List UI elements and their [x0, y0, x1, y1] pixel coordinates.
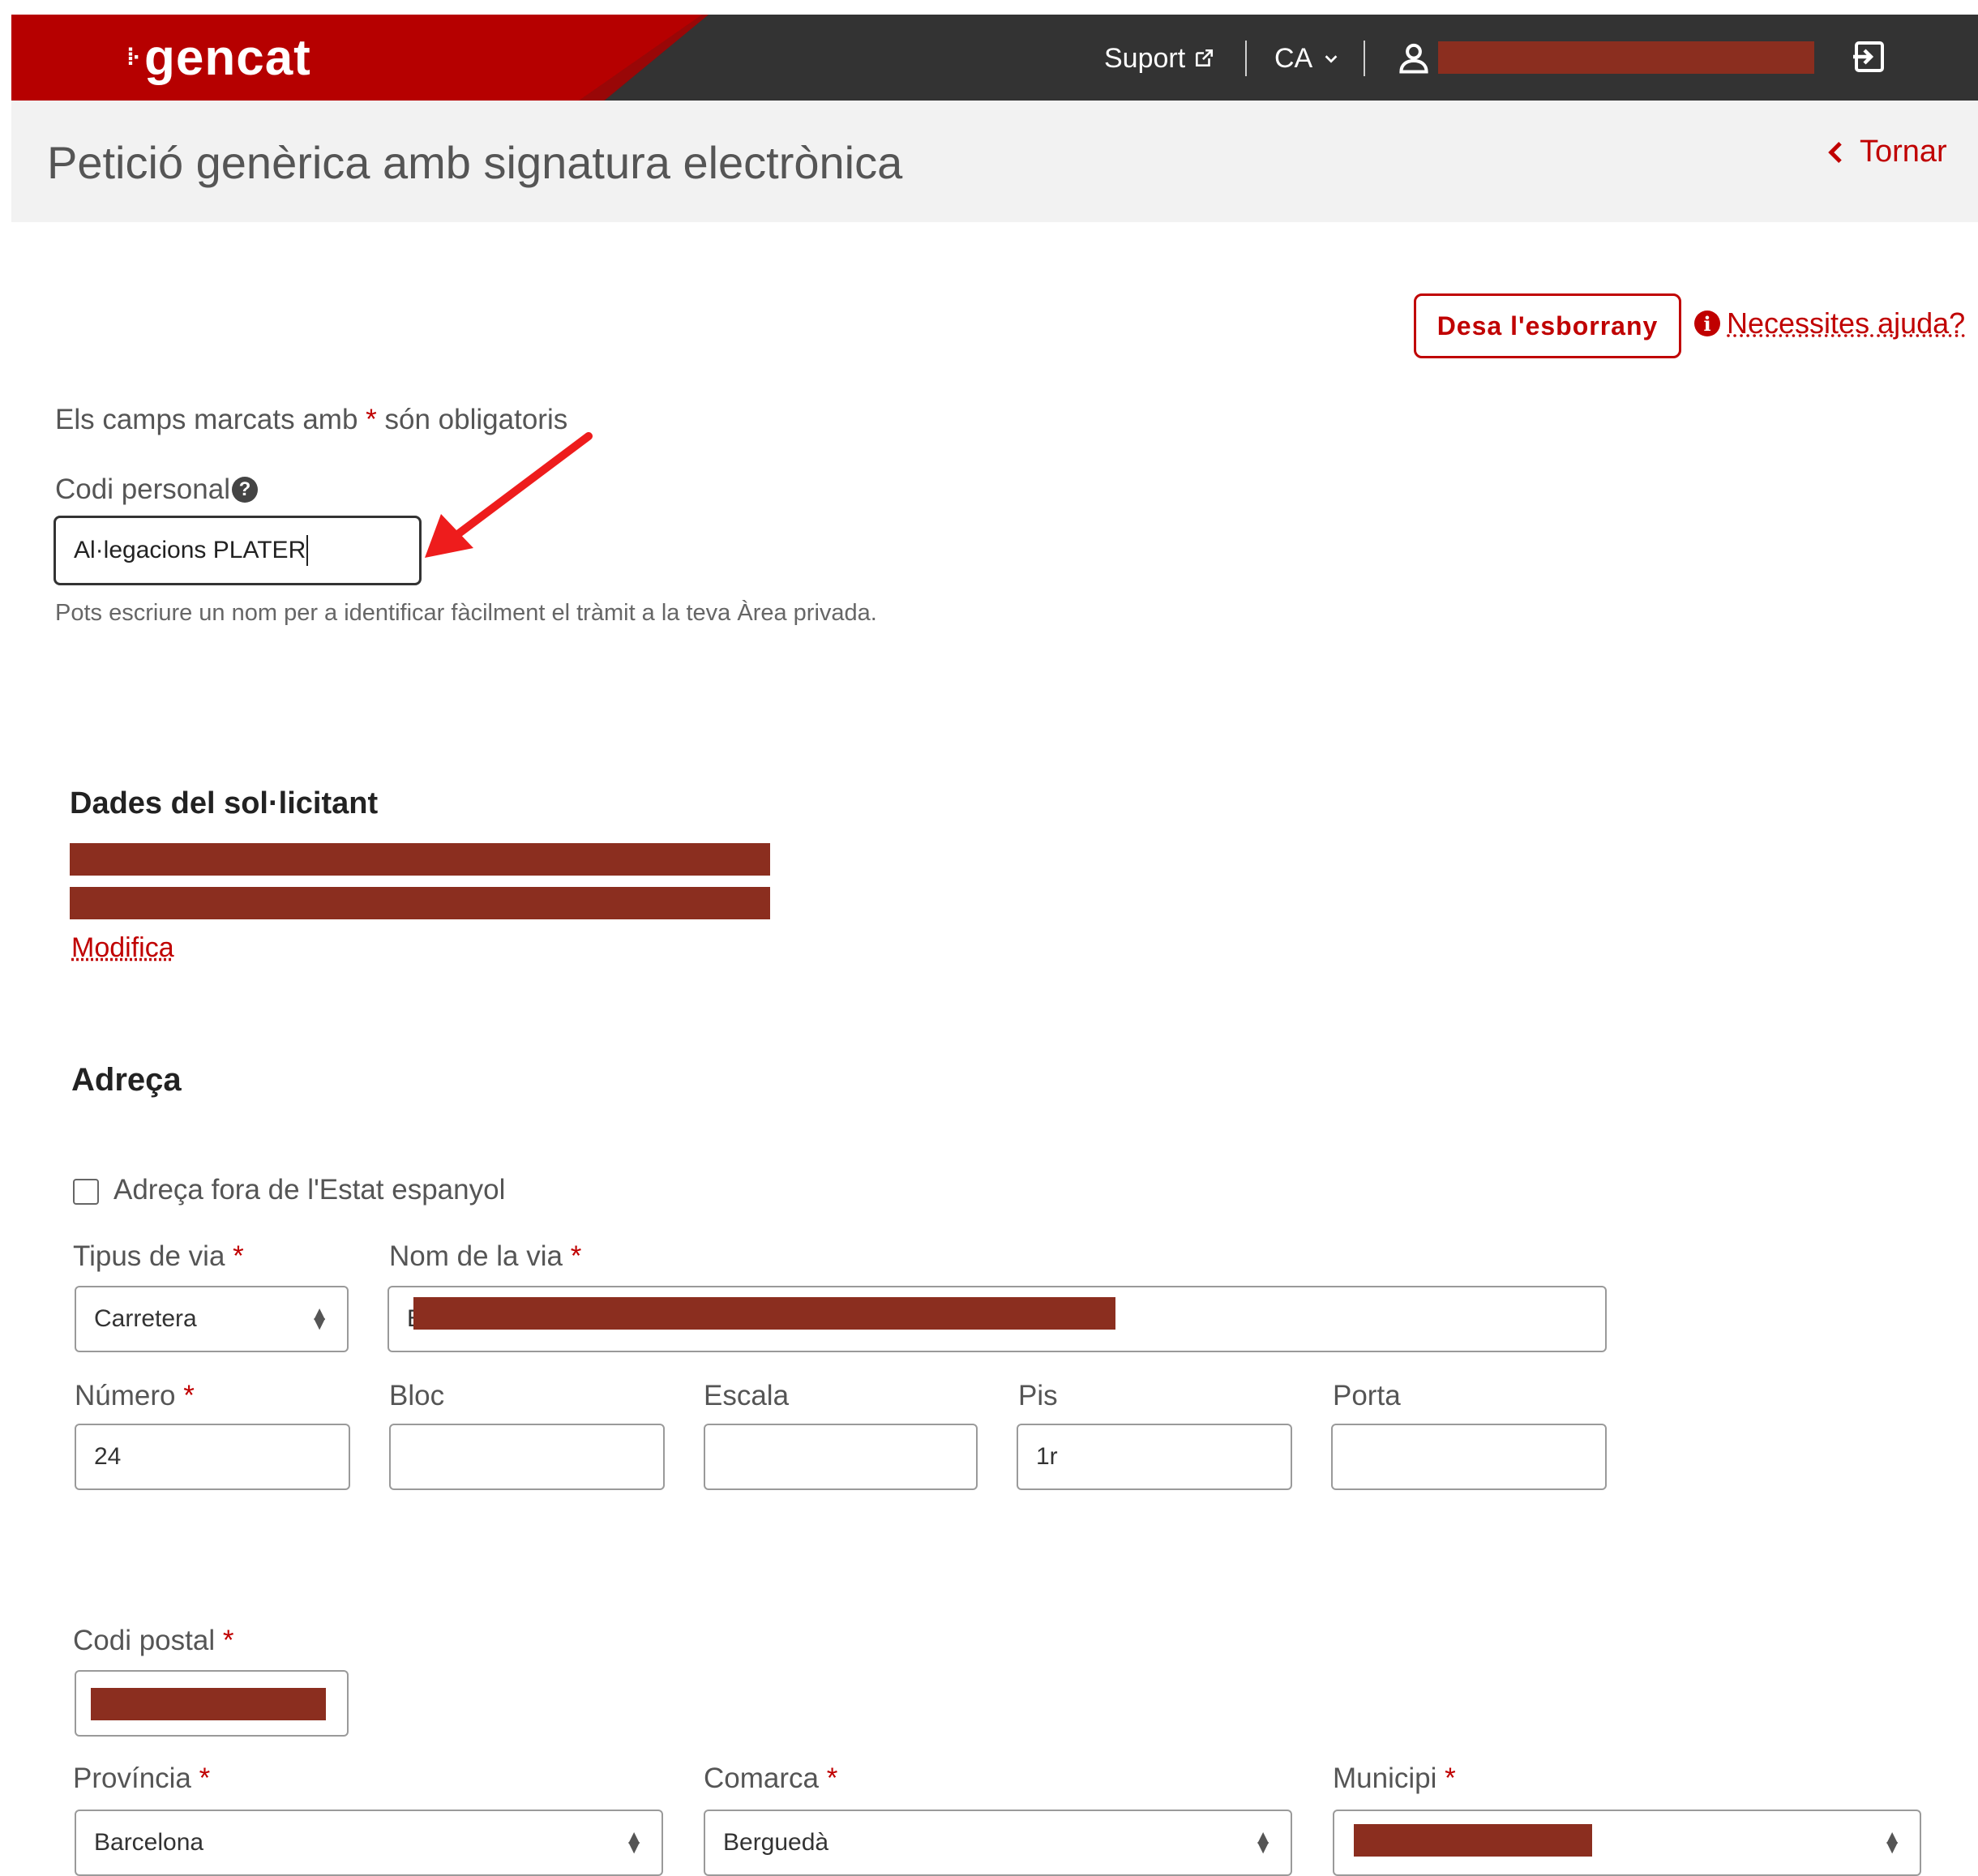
number-value: 24 — [94, 1443, 122, 1470]
province-label-text: Província — [73, 1762, 191, 1794]
street-type-select[interactable]: Carretera ▲ ▼ — [75, 1286, 349, 1352]
back-label: Tornar — [1860, 135, 1947, 169]
municipality-label: Municipi * — [1333, 1762, 1456, 1795]
stair-label: Escala — [704, 1380, 790, 1411]
door-label: Porta — [1333, 1380, 1401, 1411]
external-link-icon — [1196, 49, 1214, 66]
county-value: Berguedà — [723, 1829, 829, 1856]
required-star: * — [233, 1240, 244, 1272]
required-star: * — [570, 1240, 582, 1272]
postal-code-redaction — [91, 1688, 326, 1720]
municipality-redaction — [1354, 1824, 1592, 1857]
nav-separator — [1245, 41, 1247, 76]
modify-applicant-link[interactable]: Modifica — [71, 932, 174, 964]
language-selector[interactable]: CA — [1274, 36, 1340, 81]
back-link[interactable]: Tornar — [1824, 135, 1947, 169]
number-label: Número * — [75, 1380, 195, 1412]
chevron-left-icon — [1828, 141, 1842, 163]
help-label: Necessites ajuda? — [1727, 306, 1966, 340]
floor-input[interactable]: 1r — [1017, 1424, 1292, 1490]
stair-input[interactable] — [704, 1424, 978, 1490]
number-input[interactable]: 24 — [75, 1424, 350, 1490]
applicant-contact-redaction — [70, 887, 770, 919]
province-select[interactable]: Barcelona ▲ ▼ — [75, 1810, 663, 1876]
annotation-arrow — [425, 432, 593, 558]
personal-code-hint: Pots escriure un nom per a identificar f… — [55, 600, 877, 626]
page-title: Petició genèrica amb signatura electròni… — [47, 137, 903, 188]
user-name-redaction — [1438, 41, 1814, 74]
select-arrows-icon: ▲ ▼ — [1253, 1827, 1273, 1858]
street-type-label: Tipus de via * — [73, 1240, 244, 1273]
text-cursor — [306, 535, 309, 566]
postal-code-label: Codi postal * — [73, 1625, 233, 1657]
address-section-title: Adreça — [71, 1062, 182, 1098]
required-star: * — [222, 1625, 234, 1656]
personal-code-input[interactable]: Al·legacions PLATER — [54, 516, 422, 585]
province-label: Província * — [73, 1762, 210, 1795]
logo-dots-icon: ⁞· — [126, 44, 141, 71]
street-name-label: Nom de la via * — [389, 1240, 581, 1273]
gencat-logo[interactable]: ⁞· gencat — [126, 26, 311, 89]
applicant-data-redaction — [70, 843, 770, 876]
user-icon[interactable] — [1396, 41, 1432, 76]
required-star: * — [199, 1762, 211, 1794]
block-input[interactable] — [389, 1424, 665, 1490]
personal-code-value: Al·legacions PLATER — [74, 537, 306, 563]
support-link[interactable]: Suport — [1104, 36, 1214, 81]
number-label-text: Número — [75, 1380, 176, 1411]
info-icon: i — [1694, 311, 1720, 336]
logout-icon[interactable] — [1850, 37, 1889, 76]
street-name-label-text: Nom de la via — [389, 1240, 563, 1272]
door-input[interactable] — [1331, 1424, 1607, 1490]
required-star: * — [366, 404, 377, 435]
personal-code-label-text: Codi personal — [55, 473, 230, 505]
support-label: Suport — [1104, 42, 1186, 74]
county-label-text: Comarca — [704, 1762, 819, 1794]
required-note-prefix: Els camps marcats amb — [55, 404, 358, 435]
language-label: CA — [1274, 42, 1313, 74]
postal-code-label-text: Codi postal — [73, 1625, 216, 1656]
save-draft-button[interactable]: Desa l'esborrany — [1414, 293, 1681, 358]
province-value: Barcelona — [94, 1829, 204, 1856]
county-select[interactable]: Berguedà ▲ ▼ — [704, 1810, 1292, 1876]
select-arrows-icon: ▲ ▼ — [310, 1303, 329, 1334]
county-label: Comarca * — [704, 1762, 837, 1795]
floor-label: Pis — [1018, 1380, 1058, 1411]
top-bar: ⁞· gencat Suport CA — [11, 15, 1978, 101]
street-type-label-text: Tipus de via — [73, 1240, 225, 1272]
required-star: * — [183, 1380, 195, 1411]
floor-value: 1r — [1036, 1443, 1058, 1470]
help-link[interactable]: i Necessites ajuda? — [1694, 306, 1965, 341]
required-star: * — [1445, 1762, 1456, 1794]
applicant-section-title: Dades del sol·licitant — [70, 786, 379, 820]
help-circle-icon[interactable]: ? — [231, 477, 258, 503]
block-label: Bloc — [389, 1380, 445, 1411]
select-arrows-icon: ▲ ▼ — [624, 1827, 644, 1858]
personal-code-label: Codi personal ? — [55, 473, 258, 506]
select-arrows-icon: ▲ ▼ — [1882, 1827, 1902, 1858]
logo-text: gencat — [143, 29, 311, 86]
street-type-value: Carretera — [94, 1305, 197, 1332]
nav-separator — [1364, 41, 1365, 76]
street-name-redaction — [413, 1297, 1115, 1330]
required-star: * — [826, 1762, 838, 1794]
chevron-down-icon — [1325, 55, 1338, 63]
foreign-address-checkbox[interactable] — [73, 1179, 99, 1205]
foreign-address-label[interactable]: Adreça fora de l'Estat espanyol — [113, 1174, 505, 1206]
municipality-label-text: Municipi — [1333, 1762, 1437, 1794]
